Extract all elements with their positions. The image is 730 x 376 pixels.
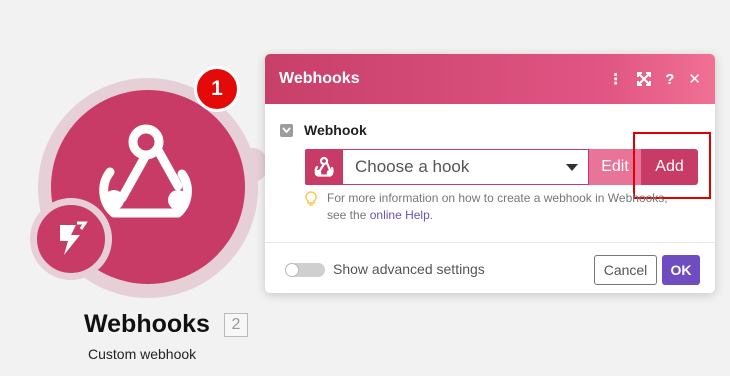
ok-button[interactable]: OK <box>662 255 700 285</box>
section-label: Webhook <box>304 122 367 138</box>
help-hint: For more information on how to create a … <box>305 190 668 224</box>
dialog-footer: Show advanced settings Cancel OK <box>265 242 715 293</box>
help-icon[interactable]: ? <box>665 72 674 87</box>
collapse-icon[interactable] <box>280 123 293 137</box>
help-text-line-2: see the online Help. <box>327 207 668 224</box>
more-vertical-icon[interactable]: ⋮ <box>608 72 623 87</box>
lightning-icon <box>60 221 88 255</box>
header-icons: ⋮ ? ✕ <box>608 72 701 87</box>
hook-select-placeholder: Choose a hook <box>355 157 470 176</box>
dialog-header: Webhooks ⋮ ? ✕ <box>265 54 715 104</box>
advanced-settings-label[interactable]: Show advanced settings <box>333 261 485 277</box>
notification-badge: 1 <box>194 66 240 112</box>
help-text: For more information on how to create a … <box>327 190 668 224</box>
help-text-prefix: see the <box>327 208 367 222</box>
webhook-icon-small <box>305 149 343 185</box>
close-icon[interactable]: ✕ <box>688 72 701 87</box>
help-text-end: . <box>429 208 434 222</box>
module-subtitle: Custom webhook <box>88 346 197 362</box>
advanced-settings-toggle[interactable] <box>285 263 325 277</box>
trigger-badge <box>30 198 112 280</box>
webhook-section-header[interactable]: Webhook <box>280 122 367 138</box>
chevron-down-icon <box>566 163 578 171</box>
scenario-canvas: 1 Webhooks 2 Custom webhook Webhooks ⋮ ?… <box>0 0 730 376</box>
help-text-line-1: For more information on how to create a … <box>327 191 668 205</box>
lightbulb-icon <box>305 190 321 224</box>
expand-icon[interactable] <box>637 72 652 86</box>
module-title[interactable]: Webhooks <box>84 310 210 339</box>
add-button-highlight <box>633 132 711 199</box>
hook-select[interactable]: Choose a hook <box>343 149 589 185</box>
online-help-link[interactable]: online Help <box>370 208 430 222</box>
cancel-button[interactable]: Cancel <box>594 255 657 285</box>
dialog-title: Webhooks <box>279 70 360 87</box>
module-id-badge: 2 <box>224 313 248 337</box>
